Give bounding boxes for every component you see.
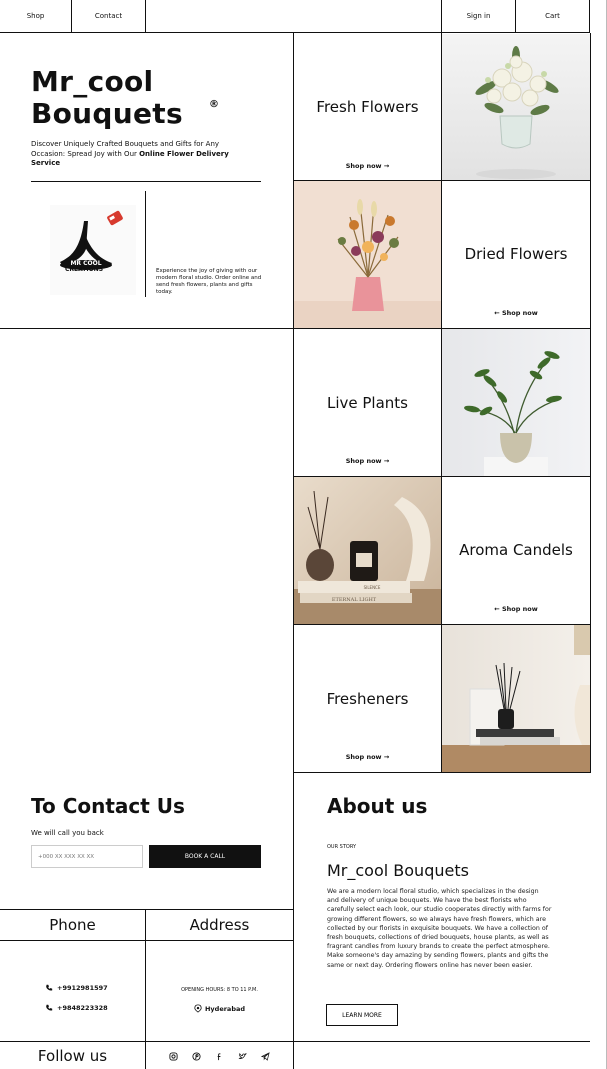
about-title: About us [327, 794, 428, 818]
nav-signin-link[interactable]: Sign in [441, 0, 516, 32]
phone-icon [46, 1004, 53, 1011]
shop-now-link[interactable]: ← Shop now [442, 605, 590, 613]
book-call-button[interactable]: BOOK A CALL [149, 845, 261, 868]
hero-title-line1: Mr_cool [31, 65, 154, 98]
twitter-icon[interactable] [238, 1052, 247, 1061]
phone-number-1: +9912981597 [57, 984, 108, 992]
phone-item-2[interactable]: +9848223328 [45, 1004, 108, 1012]
phone-input[interactable] [31, 845, 143, 868]
about-eyebrow: OUR STORY [327, 844, 357, 850]
telegram-icon[interactable] [261, 1052, 270, 1061]
category-title: Fresheners [326, 690, 409, 708]
category-title: Aroma Candels [459, 541, 573, 559]
contact-title: To Contact Us [31, 794, 185, 818]
address-city: Hyderabad [146, 1004, 293, 1013]
shop-now-link[interactable]: ← Shop now [442, 309, 590, 317]
grid-right-border [590, 33, 591, 773]
pinterest-icon[interactable] [192, 1052, 201, 1061]
shop-now-link[interactable]: Shop now → [294, 162, 441, 170]
phone-number-2: +9848223328 [57, 1004, 108, 1012]
category-card-live-plants[interactable]: Live Plants Shop now → [294, 329, 441, 476]
nav-cart-link[interactable]: Cart [516, 0, 590, 32]
fresh-flowers-photo [442, 34, 590, 180]
contact-line-2 [0, 940, 293, 941]
category-title: Dried Flowers [464, 245, 568, 263]
contact-subtitle: We will call you back [31, 829, 104, 837]
nav-shop-link[interactable]: Shop [0, 0, 72, 32]
book-cover-text: SILENCE [364, 585, 381, 590]
dried-flowers-photo [294, 181, 441, 328]
hero-title-line2: Bouquets [31, 97, 183, 130]
city-text: Hyderabad [204, 1004, 246, 1013]
footer-line [0, 1041, 590, 1042]
category-title: Live Plants [326, 394, 408, 412]
about-heading: Mr_cool Bouquets [327, 861, 469, 880]
facebook-icon[interactable] [215, 1052, 224, 1061]
hero-title: Mr_cool Bouquets [31, 66, 183, 130]
hero-description: Discover Uniquely Crafted Bouquets and G… [31, 140, 246, 169]
logo-text-line2: CREATIONS [65, 266, 103, 273]
phone-item-1[interactable]: +9912981597 [45, 984, 108, 992]
category-title: Fresh Flowers [316, 98, 419, 116]
opening-hours: OPENING HOURS: 8 TO 11 P.M. [181, 987, 258, 993]
book-spine-text: ETERNAL LIGHT [332, 597, 377, 603]
learn-more-button[interactable]: LEARN MORE [326, 1004, 398, 1026]
registered-mark: ® [209, 99, 219, 110]
hero-divider [31, 181, 261, 182]
brand-logo: MR COOL CREATIONS [50, 205, 136, 295]
phone-icon [46, 984, 53, 991]
category-card-aroma-candels[interactable]: Aroma Candels ← Shop now [442, 477, 590, 624]
shop-now-link[interactable]: Shop now → [294, 457, 441, 465]
about-body: We are a modern local floral studio, whi… [327, 888, 552, 969]
follow-us-heading: Follow us [37, 1047, 108, 1065]
live-plants-photo [442, 329, 590, 476]
contact-line-1 [0, 909, 293, 910]
fresheners-photo [442, 625, 590, 772]
instagram-icon[interactable] [169, 1052, 178, 1061]
category-card-fresh-flowers[interactable]: Fresh Flowers Shop now → [294, 34, 441, 180]
hero-bottom-border [0, 328, 293, 329]
shop-now-link[interactable]: Shop now → [294, 753, 441, 761]
grid-row-line-5 [293, 772, 590, 773]
category-card-dried-flowers[interactable]: Dried Flowers ← Shop now [442, 181, 590, 328]
social-links [169, 1052, 270, 1061]
hero-vertical-divider [145, 191, 146, 297]
hero-blurb: Experience the joy of giving with our mo… [156, 268, 262, 295]
category-card-fresheners[interactable]: Fresheners Shop now → [294, 625, 441, 772]
address-heading: Address [189, 916, 250, 934]
location-pin-icon [194, 1004, 202, 1013]
phone-heading: Phone [49, 916, 96, 934]
aroma-candles-photo: ETERNAL LIGHT SILENCE [294, 477, 441, 624]
nav-contact-link[interactable]: Contact [72, 0, 146, 32]
